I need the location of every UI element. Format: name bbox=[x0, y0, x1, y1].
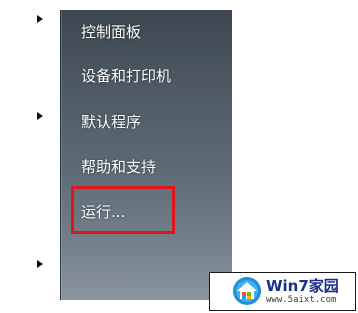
submenu-arrow-icon bbox=[37, 260, 43, 268]
watermark-url: www.5aixt.com bbox=[266, 295, 337, 305]
menu-item-default-programs[interactable]: 默认程序 bbox=[81, 112, 141, 132]
run-highlight-box bbox=[71, 186, 175, 234]
house-logo-icon bbox=[233, 277, 261, 305]
start-menu-right-pane: 控制面板 设备和打印机 默认程序 帮助和支持 运行... bbox=[60, 10, 232, 300]
menu-item-devices-and-printers[interactable]: 设备和打印机 bbox=[81, 66, 171, 86]
watermark: Win7家园 www.5aixt.com bbox=[209, 272, 356, 311]
menu-item-help-and-support[interactable]: 帮助和支持 bbox=[81, 157, 156, 177]
submenu-arrow-icon bbox=[37, 15, 43, 23]
submenu-arrow-icon bbox=[37, 112, 43, 120]
watermark-title: Win7家园 bbox=[266, 277, 339, 295]
menu-item-control-panel[interactable]: 控制面板 bbox=[81, 22, 141, 42]
